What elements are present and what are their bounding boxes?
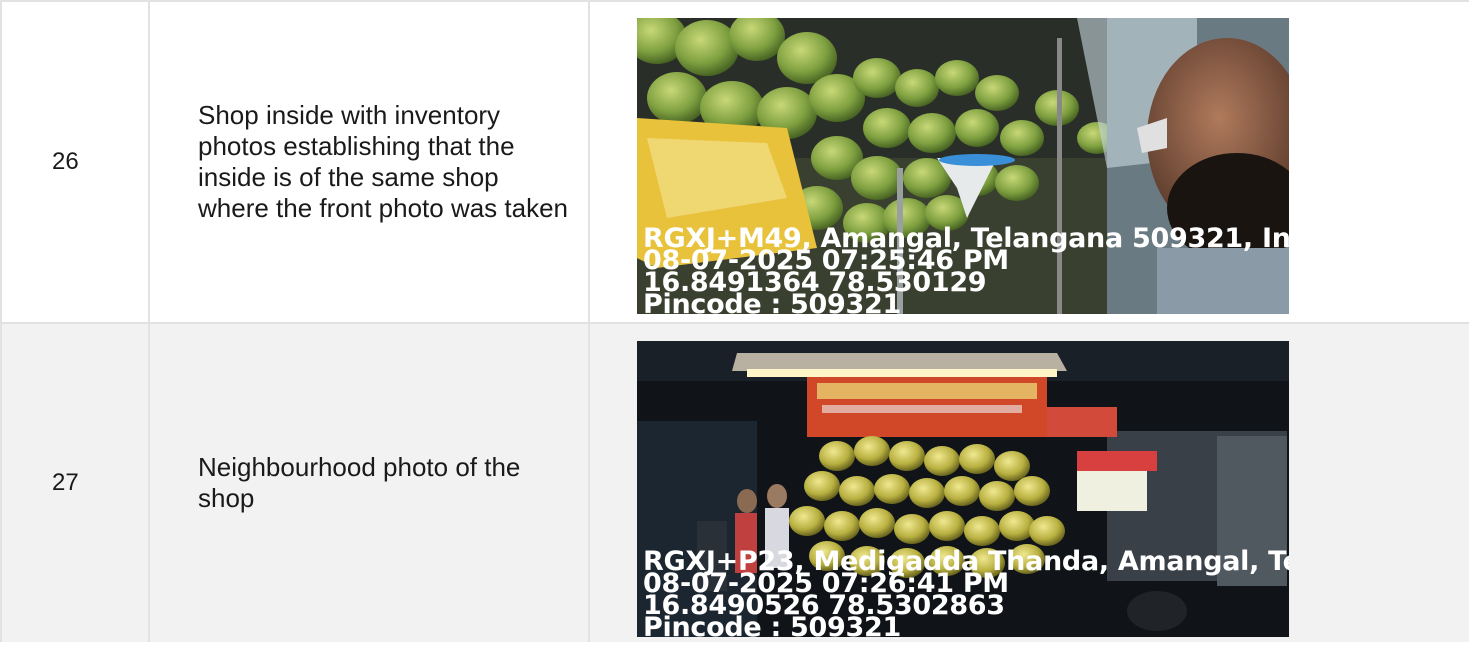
row-number: 27 (0, 322, 150, 642)
row-description: Neighbourhood photo of the shop (148, 322, 590, 642)
geotag-stamp: RGXJ+P23, Medigadda Thanda, Amangal, Te … (643, 548, 1289, 637)
table-row: 27 Neighbourhood photo of the shop RGXJ+… (0, 322, 1469, 642)
geotag-stamp: RGXJ+M49, Amangal, Telangana 509321, In … (643, 225, 1289, 314)
coconut-stall-inside-photo: RGXJ+M49, Amangal, Telangana 509321, In … (637, 18, 1289, 314)
row-description: Shop inside with inventory photos establ… (148, 0, 590, 324)
coconut-stall-night-photo: RGXJ+P23, Medigadda Thanda, Amangal, Te … (637, 341, 1289, 637)
photo-cell: RGXJ+M49, Amangal, Telangana 509321, In … (588, 0, 1469, 324)
row-number: 26 (0, 0, 150, 324)
photo-documentation-table: 26 Shop inside with inventory photos est… (0, 0, 1469, 642)
photo-cell: RGXJ+P23, Medigadda Thanda, Amangal, Te … (588, 322, 1469, 642)
table-row: 26 Shop inside with inventory photos est… (0, 0, 1469, 324)
